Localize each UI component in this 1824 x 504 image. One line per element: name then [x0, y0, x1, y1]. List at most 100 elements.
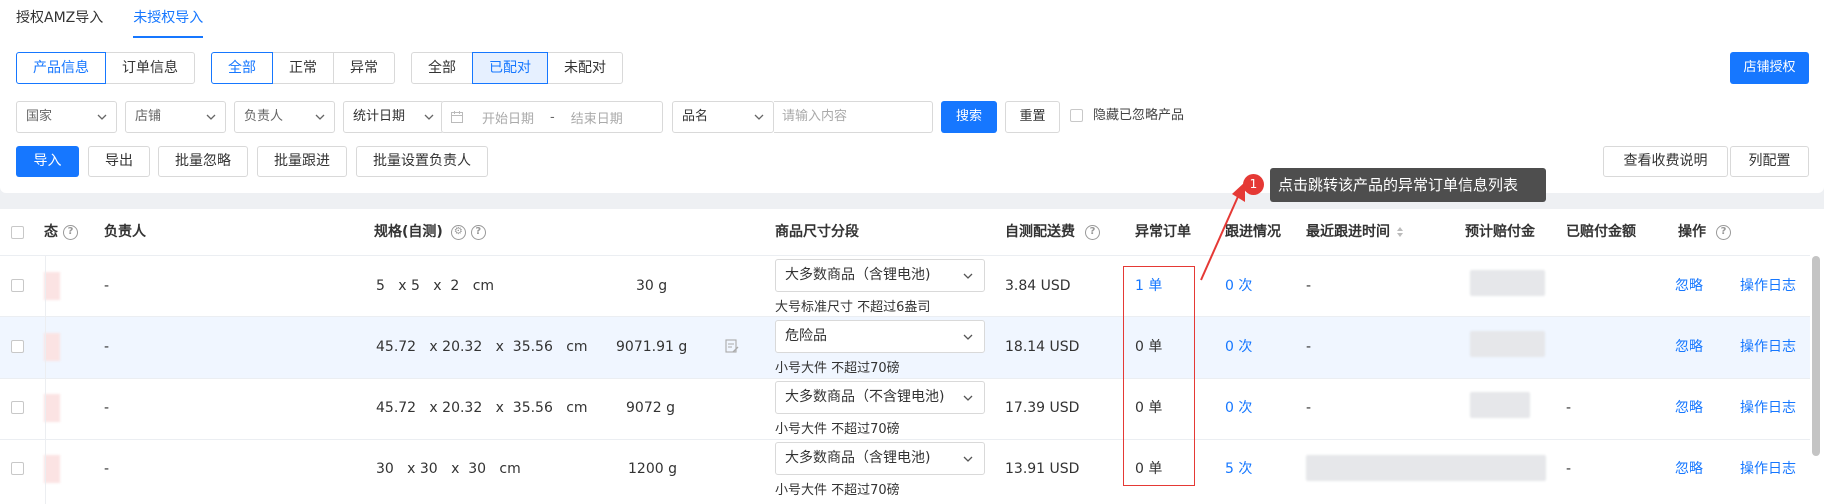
- help-icon[interactable]: ?: [1716, 224, 1731, 240]
- help-icon[interactable]: ?: [63, 224, 78, 240]
- segment-order-info[interactable]: 订单信息: [105, 52, 195, 84]
- segment-unmatched[interactable]: 未配对: [547, 52, 623, 84]
- row-checkbox[interactable]: [11, 340, 24, 353]
- search-input[interactable]: 请输入内容: [774, 101, 933, 133]
- row-weight: 9072 g: [626, 400, 675, 416]
- segment-status-all[interactable]: 全部: [211, 52, 273, 84]
- table-scrollbar[interactable]: [1812, 256, 1820, 456]
- row-weight: 30 g: [636, 278, 668, 294]
- header-fee: 自测配送费?: [1005, 209, 1100, 255]
- size-tier-select[interactable]: 大多数商品（不含锂电池): [775, 381, 985, 414]
- follow-count-link[interactable]: 0 次: [1225, 398, 1252, 418]
- tab-unauthorized-import[interactable]: 未授权导入: [133, 0, 204, 38]
- segment-match-all[interactable]: 全部: [411, 52, 473, 84]
- header-owner: 负责人: [104, 224, 146, 240]
- segment-product-info[interactable]: 产品信息: [16, 52, 106, 84]
- segment-status-normal[interactable]: 正常: [272, 52, 334, 84]
- header-fee-label: 自测配送费: [1005, 224, 1075, 240]
- owner-select[interactable]: 负责人: [234, 101, 335, 133]
- country-select[interactable]: 国家: [16, 101, 117, 133]
- row-last-follow: -: [1306, 278, 1312, 294]
- segment-status-abnormal[interactable]: 异常: [333, 52, 395, 84]
- row-checkbox[interactable]: [11, 279, 24, 292]
- header-spec: 规格(自测) ⚙?: [374, 209, 486, 255]
- country-select-label: 国家: [26, 109, 53, 124]
- chevron-down-icon: [963, 334, 973, 340]
- bulk-follow-button[interactable]: 批量跟进: [257, 146, 347, 177]
- row-weight: 9071.91 g: [616, 339, 688, 355]
- row-last-follow: -: [1306, 339, 1312, 355]
- row-paid-amount: -: [1566, 400, 1572, 416]
- size-tier-desc: 小号大件 不超过70磅: [775, 483, 900, 498]
- header-paid-amount: 已赔付金额: [1566, 224, 1636, 240]
- ignore-link[interactable]: 忽略: [1675, 398, 1703, 418]
- header-status-label: 态: [44, 224, 58, 240]
- edit-note-icon[interactable]: [724, 338, 740, 354]
- step-badge: 1: [1243, 174, 1264, 195]
- column-config-button[interactable]: 列配置: [1730, 146, 1809, 177]
- ignore-link[interactable]: 忽略: [1675, 276, 1703, 296]
- header-operations-label: 操作: [1678, 224, 1706, 240]
- size-tier-desc: 小号大件 不超过70磅: [775, 422, 900, 437]
- bulk-set-owner-button[interactable]: 批量设置负责人: [356, 146, 488, 177]
- sort-icon[interactable]: [1396, 226, 1404, 238]
- size-tier-value: 大多数商品（含锂电池): [785, 450, 931, 466]
- export-button[interactable]: 导出: [88, 146, 150, 177]
- start-date-input[interactable]: 开始日期: [482, 108, 534, 127]
- chevron-down-icon: [315, 114, 325, 120]
- import-tabs: 授权AMZ导入 未授权导入: [16, 0, 204, 38]
- help-icon[interactable]: ?: [1085, 224, 1100, 240]
- info-type-segment: 产品信息 订单信息: [16, 52, 195, 84]
- blurred-status: [44, 272, 60, 300]
- size-tier-select[interactable]: 大多数商品（含锂电池): [775, 442, 985, 475]
- settings-icon[interactable]: ⚙: [450, 224, 466, 240]
- row-dimensions: 45.72 x 20.32 x 35.56 cm: [376, 400, 588, 416]
- header-est-compensation: 预计赔付金: [1465, 224, 1535, 240]
- op-log-link[interactable]: 操作日志: [1740, 398, 1796, 418]
- header-last-follow: 最近跟进时间: [1306, 209, 1404, 255]
- status-segment: 全部 正常 异常: [211, 52, 395, 84]
- tab-authorized-import[interactable]: 授权AMZ导入: [16, 0, 103, 38]
- row-owner: -: [104, 339, 110, 355]
- search-button[interactable]: 搜索: [941, 101, 997, 133]
- row-owner: -: [104, 461, 110, 477]
- op-log-link[interactable]: 操作日志: [1740, 459, 1796, 479]
- date-type-select[interactable]: 统计日期: [343, 101, 444, 133]
- chevron-down-icon: [97, 114, 107, 120]
- name-type-select[interactable]: 品名: [672, 101, 774, 133]
- import-button[interactable]: 导入: [16, 146, 79, 177]
- row-paid-amount: -: [1566, 461, 1572, 477]
- size-tier-select[interactable]: 大多数商品（含锂电池): [775, 259, 985, 292]
- follow-count-link[interactable]: 5 次: [1225, 459, 1252, 479]
- chevron-down-icon: [206, 114, 216, 120]
- row-owner: -: [104, 400, 110, 416]
- chevron-down-icon: [424, 114, 434, 120]
- hide-ignored-checkbox[interactable]: [1070, 109, 1083, 122]
- store-select[interactable]: 店铺: [125, 101, 226, 133]
- help-icon[interactable]: ?: [470, 224, 486, 240]
- ignore-link[interactable]: 忽略: [1675, 337, 1703, 357]
- follow-count-link[interactable]: 0 次: [1225, 337, 1252, 357]
- select-all-checkbox[interactable]: [11, 226, 24, 239]
- name-type-label: 品名: [682, 109, 709, 124]
- bulk-ignore-button[interactable]: 批量忽略: [158, 146, 248, 177]
- fee-info-button[interactable]: 查看收费说明: [1603, 146, 1728, 177]
- op-log-link[interactable]: 操作日志: [1740, 337, 1796, 357]
- header-last-follow-label: 最近跟进时间: [1306, 224, 1390, 240]
- row-checkbox[interactable]: [11, 462, 24, 475]
- header-spec-label: 规格(自测): [374, 224, 443, 240]
- end-date-input[interactable]: 结束日期: [571, 108, 623, 127]
- size-tier-select[interactable]: 危险品: [775, 320, 985, 353]
- row-checkbox[interactable]: [11, 401, 24, 414]
- size-tier-value: 危险品: [785, 328, 827, 344]
- ignore-link[interactable]: 忽略: [1675, 459, 1703, 479]
- reset-button[interactable]: 重置: [1005, 101, 1060, 133]
- date-range-picker[interactable]: 开始日期 - 结束日期: [441, 101, 663, 133]
- op-log-link[interactable]: 操作日志: [1740, 276, 1796, 296]
- row-dimensions: 5 x 5 x 2 cm: [376, 278, 495, 294]
- segment-matched[interactable]: 已配对: [472, 52, 548, 84]
- row-dimensions: 30 x 30 x 30 cm: [376, 461, 521, 477]
- size-tier-desc: 大号标准尺寸 不超过6盎司: [775, 300, 931, 315]
- store-auth-button[interactable]: 店铺授权: [1730, 52, 1809, 84]
- size-tier-value: 大多数商品（含锂电池): [785, 267, 931, 283]
